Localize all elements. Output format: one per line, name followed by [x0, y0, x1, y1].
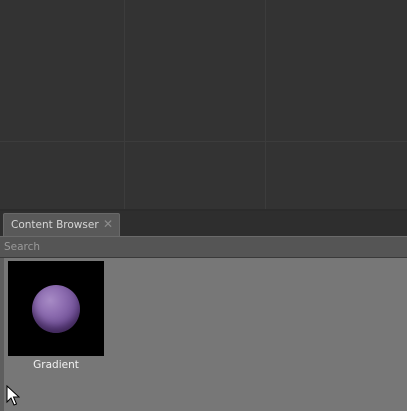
grid-line: [265, 0, 266, 209]
content-browser-grid[interactable]: Gradient: [0, 258, 407, 411]
content-browser-tabbar: Content Browser ✕: [0, 211, 407, 236]
asset-thumbnail: [8, 261, 104, 356]
mouse-pointer-icon: [6, 385, 20, 406]
sphere-preview-icon: [32, 285, 80, 333]
grid-line: [124, 0, 125, 209]
panel-edge: [0, 258, 4, 411]
asset-name: Gradient: [33, 359, 79, 371]
scene-viewport[interactable]: [0, 0, 407, 209]
tab-content-browser[interactable]: Content Browser ✕: [3, 213, 120, 236]
asset-tile-gradient[interactable]: Gradient: [8, 261, 104, 371]
search-bar: [0, 236, 407, 258]
tab-label: Content Browser: [11, 219, 99, 231]
search-input[interactable]: [0, 237, 407, 257]
close-icon[interactable]: ✕: [103, 217, 113, 231]
grid-line: [0, 141, 407, 142]
